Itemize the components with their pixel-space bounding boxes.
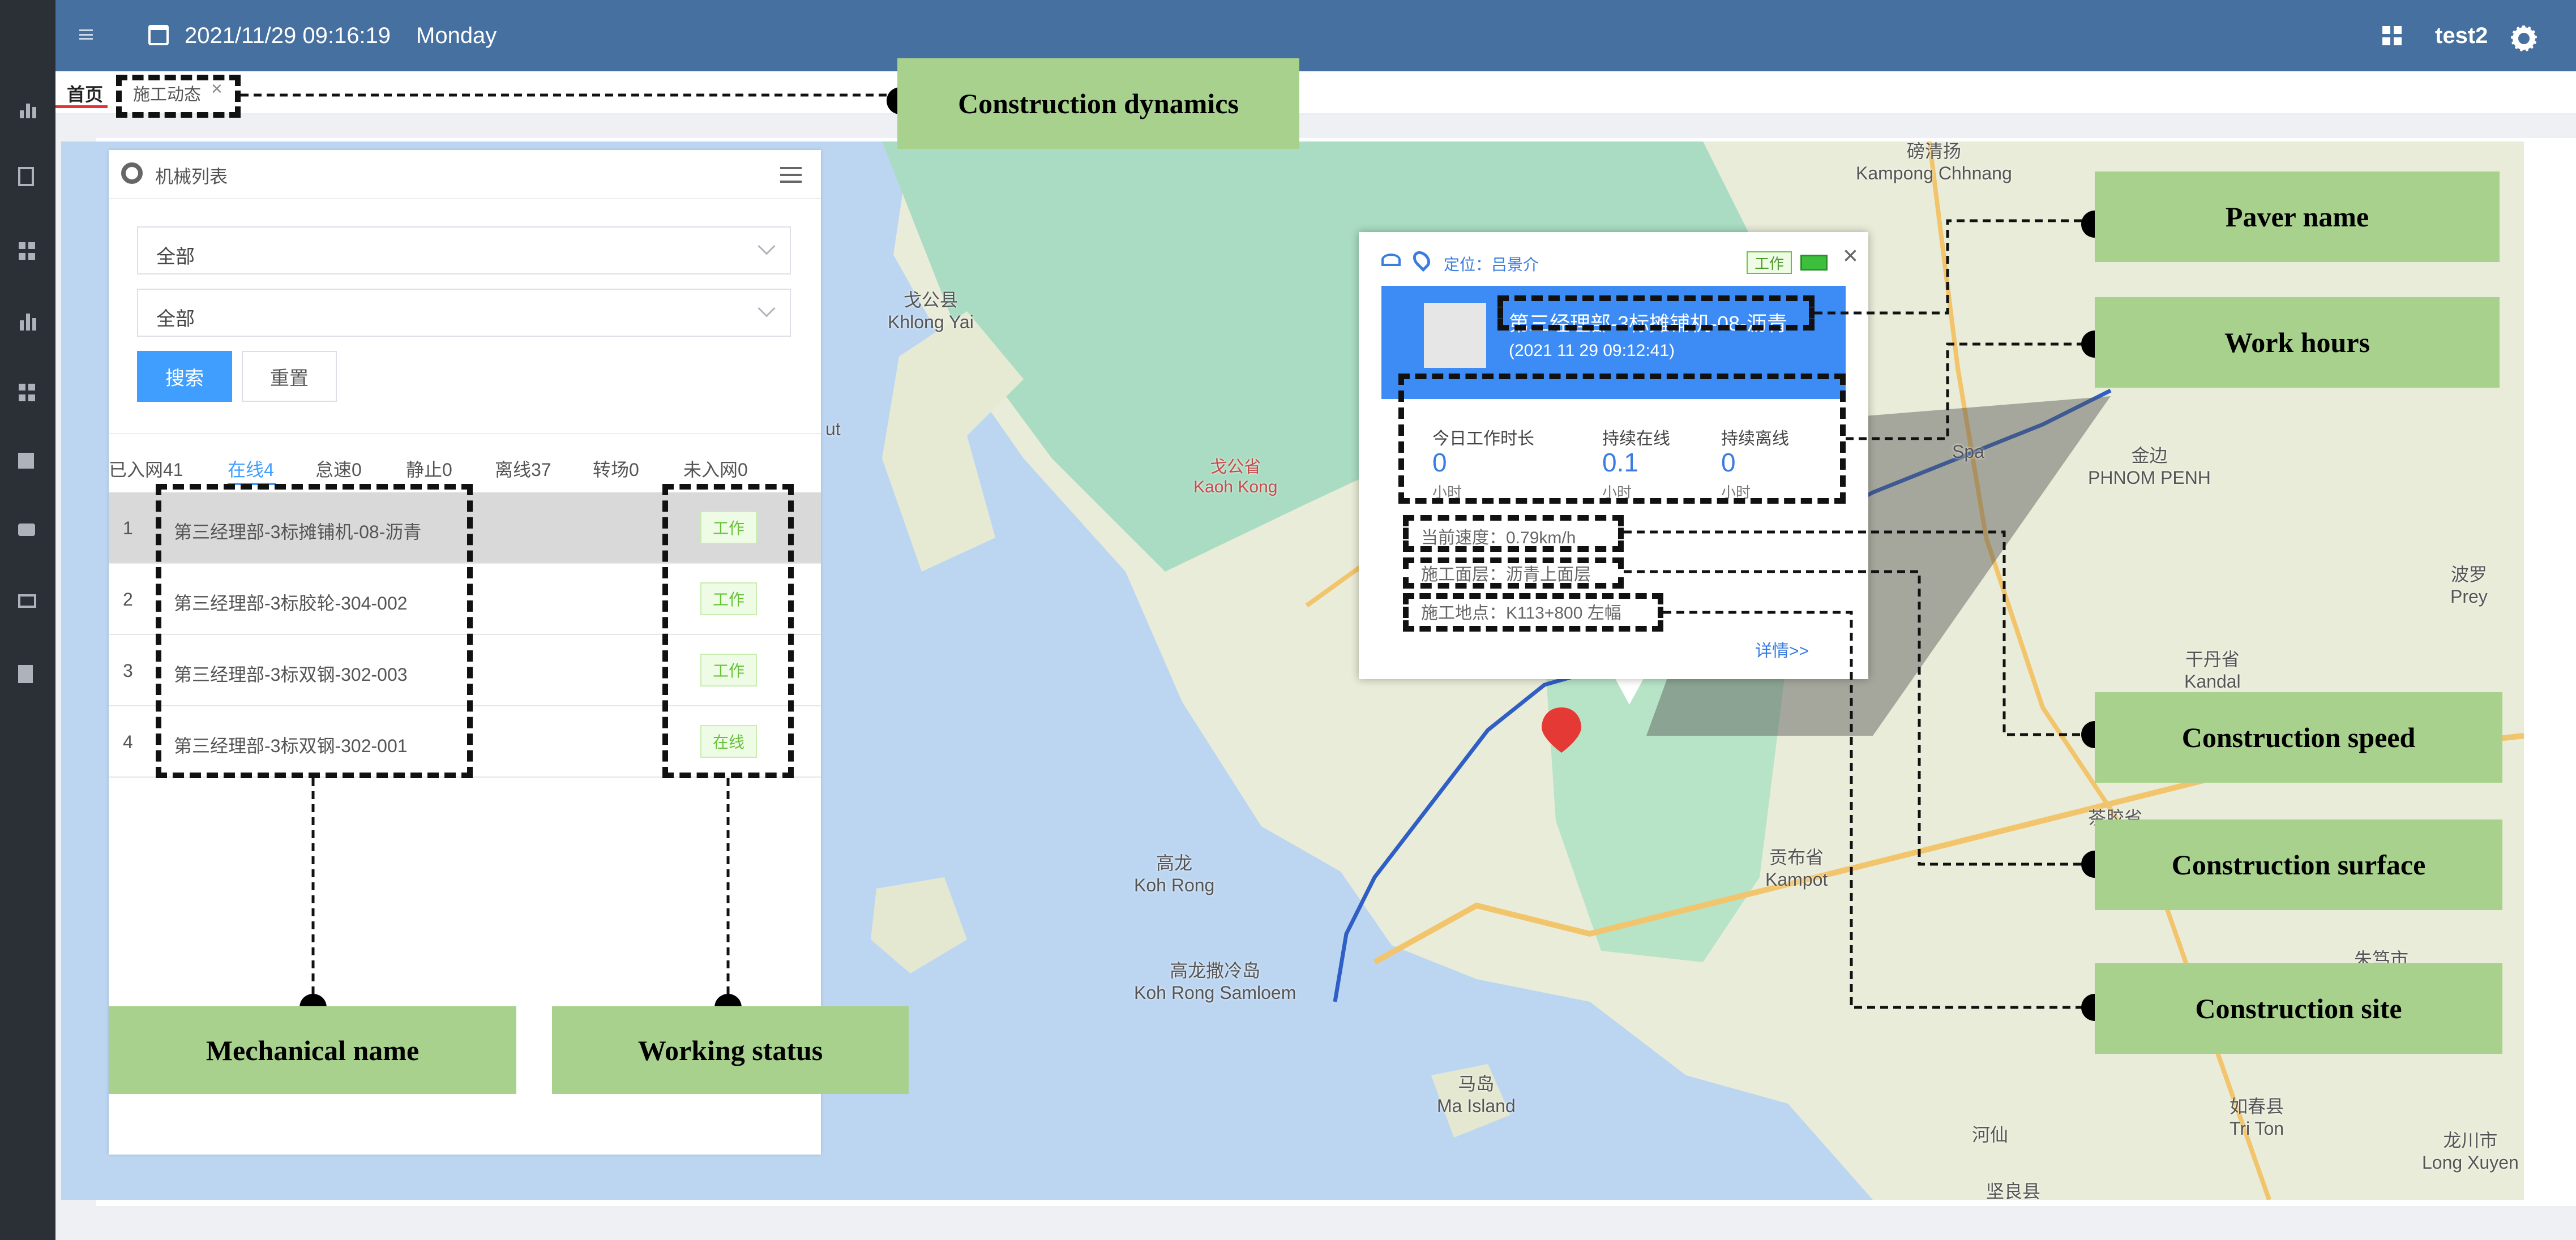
map-label: 戈公县 Khlong Yai bbox=[888, 290, 974, 332]
map-label: 波罗 Prey bbox=[2450, 564, 2488, 607]
map-label: 坚良县 bbox=[1986, 1181, 2041, 1200]
machine-icon bbox=[1381, 254, 1401, 266]
map-label: 如春县 Tri Ton bbox=[2230, 1096, 2284, 1139]
highlight-paver-name bbox=[1497, 295, 1815, 331]
stat-unregistered[interactable]: 未入网0 bbox=[683, 456, 748, 482]
filter-select-1[interactable]: 全部 bbox=[137, 226, 791, 274]
excavator-icon bbox=[121, 162, 143, 184]
callout-working-status: Working status bbox=[552, 1006, 909, 1094]
search-button[interactable]: 搜索 bbox=[137, 351, 232, 402]
callout-construction-dynamics: Construction dynamics bbox=[897, 58, 1299, 149]
divider bbox=[109, 433, 821, 434]
map-label: 磅清扬 Kampong Chhnang bbox=[1856, 141, 2012, 183]
list-icon[interactable] bbox=[18, 453, 34, 469]
callout-construction-speed: Construction speed bbox=[2095, 692, 2502, 783]
gear-icon[interactable] bbox=[2511, 25, 2537, 52]
tab-home[interactable]: 首页 bbox=[67, 80, 103, 106]
video-icon[interactable] bbox=[18, 594, 36, 608]
map-label: 贡布省 Kampot bbox=[1765, 847, 1828, 890]
stats-icon[interactable] bbox=[18, 311, 37, 331]
map-label: ut bbox=[825, 419, 841, 439]
callout-work-hours: Work hours bbox=[2095, 297, 2500, 388]
divider bbox=[109, 198, 821, 199]
top-bar: 2021/11/29 09:16:19 Monday test2 bbox=[55, 0, 2576, 71]
popup-status-badge: 工作 bbox=[1747, 251, 1792, 274]
callout-construction-site: Construction site bbox=[2095, 963, 2502, 1054]
map-label: Spa bbox=[1952, 441, 1984, 462]
map-label: 高龙撒冷岛 Koh Rong Samloem bbox=[1134, 960, 1296, 1003]
callout-paver-name: Paver name bbox=[2095, 171, 2500, 262]
stat-online[interactable]: 在线4 bbox=[228, 456, 274, 482]
callout-mechanical-name: Mechanical name bbox=[109, 1006, 516, 1094]
report-icon[interactable] bbox=[18, 665, 33, 683]
callout-construction-surface: Construction surface bbox=[2095, 819, 2502, 910]
active-tab-indicator bbox=[55, 105, 108, 108]
sidebar bbox=[0, 0, 55, 1240]
highlight-machine-names bbox=[156, 484, 473, 778]
device-icon[interactable] bbox=[18, 524, 35, 536]
highlight-site bbox=[1403, 593, 1663, 632]
app-window: 2021/11/29 09:16:19 Monday test2 首页 施工动态… bbox=[0, 0, 2576, 1240]
chevron-down-icon bbox=[758, 299, 776, 317]
highlight-tab bbox=[116, 75, 241, 118]
stat-transfer[interactable]: 转场0 bbox=[593, 456, 639, 482]
bar-chart-icon[interactable] bbox=[18, 99, 37, 118]
stat-registered[interactable]: 已入网41 bbox=[109, 456, 183, 482]
map-label: 金边 PHNOM PENH bbox=[2088, 445, 2211, 488]
map-label: 河仙 bbox=[1972, 1125, 2009, 1145]
apps-icon[interactable] bbox=[18, 382, 35, 401]
close-icon[interactable]: × bbox=[1843, 240, 1858, 271]
highlight-surface bbox=[1403, 557, 1624, 589]
header-weekday: Monday bbox=[416, 23, 497, 48]
header-datetime: 2021/11/29 09:16:19 bbox=[185, 23, 391, 48]
map-label: 干丹省 Kandal bbox=[2184, 649, 2241, 692]
highlight-speed bbox=[1403, 515, 1624, 552]
location-pin-icon bbox=[1409, 247, 1434, 272]
machine-avatar bbox=[1424, 303, 1486, 368]
apps-grid-icon[interactable] bbox=[2382, 26, 2402, 45]
battery-icon bbox=[1800, 255, 1828, 271]
locate-label: 定位：吕景介 bbox=[1444, 256, 1539, 273]
map-label: 龙川市 Long Xuyen bbox=[2422, 1130, 2519, 1173]
chevron-down-icon bbox=[758, 237, 776, 255]
list-toggle-icon[interactable] bbox=[780, 167, 802, 183]
highlight-working-status bbox=[662, 484, 794, 778]
grid-icon[interactable] bbox=[18, 241, 35, 260]
paver-timestamp: (2021 11 29 09:12:41) bbox=[1509, 341, 1675, 360]
stat-offline[interactable]: 离线37 bbox=[495, 456, 551, 482]
menu-icon[interactable] bbox=[79, 29, 93, 40]
highlight-work-hours bbox=[1398, 374, 1846, 504]
map-label: 马岛 Ma Island bbox=[1437, 1074, 1516, 1116]
map-label: 戈公省 Kaoh Kong bbox=[1193, 458, 1278, 496]
user-name[interactable]: test2 bbox=[2435, 22, 2488, 50]
tab-bar: 首页 施工动态 × bbox=[55, 71, 2576, 115]
filter-select-2[interactable]: 全部 bbox=[137, 289, 791, 337]
panel-title: 机械列表 bbox=[155, 166, 228, 187]
calendar-icon bbox=[148, 25, 169, 45]
stat-idle[interactable]: 怠速0 bbox=[315, 456, 362, 482]
details-link[interactable]: 详情>> bbox=[1755, 637, 1809, 662]
document-icon[interactable] bbox=[18, 167, 34, 186]
island-koh-rong bbox=[871, 877, 967, 973]
reset-button[interactable]: 重置 bbox=[242, 351, 337, 402]
stat-static[interactable]: 静止0 bbox=[406, 456, 452, 482]
map-label: 高龙 Koh Rong bbox=[1134, 853, 1215, 895]
